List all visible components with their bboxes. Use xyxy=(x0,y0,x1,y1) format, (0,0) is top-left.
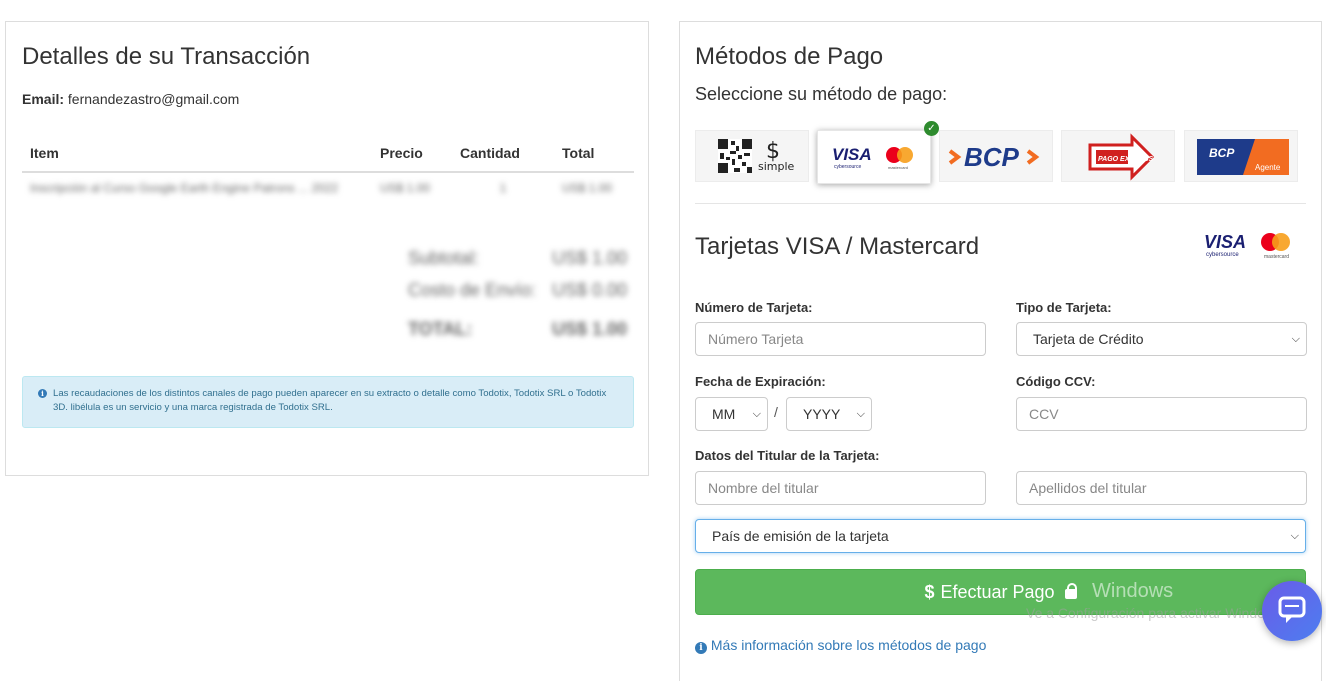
year-select[interactable]: YYYY ⌵ xyxy=(786,397,872,431)
pay-button-label: Efectuar Pago xyxy=(940,582,1055,602)
expiry-separator: / xyxy=(774,404,778,420)
svg-text:PAGO EXPRESS: PAGO EXPRESS xyxy=(1098,156,1153,163)
method-pago-express[interactable]: PAGO EXPRESS xyxy=(1061,130,1175,182)
svg-text:mastercard: mastercard xyxy=(1264,254,1289,260)
method-bcp[interactable]: BCP xyxy=(939,130,1053,182)
lock-icon xyxy=(1064,583,1077,599)
expiry-label: Fecha de Expiración: xyxy=(695,374,826,389)
country-value: País de emisión de la tarjeta xyxy=(712,528,889,544)
total-label: TOTAL: xyxy=(408,319,473,339)
row-total: US$ 1.00 xyxy=(562,181,613,195)
windows-activation-title: Windows xyxy=(1092,580,1174,602)
holder-label: Datos del Titular de la Tarjeta: xyxy=(695,448,880,463)
more-info-link[interactable]: i Más información sobre los métodos de p… xyxy=(695,637,986,654)
header-quantity: Cantidad xyxy=(452,134,554,173)
selected-check-icon: ✓ xyxy=(924,121,939,136)
header-total: Total xyxy=(554,134,634,173)
card-type-value: Tarjeta de Crédito xyxy=(1033,331,1144,347)
country-select[interactable]: País de emisión de la tarjeta ⌵ xyxy=(695,519,1306,553)
card-type-select[interactable]: Tarjeta de Crédito ⌵ xyxy=(1016,322,1307,356)
info-icon: i xyxy=(695,642,707,654)
table-header-row: Item Precio Cantidad Total xyxy=(22,134,634,173)
svg-text:simple: simple xyxy=(758,160,795,173)
visa-mastercard-icon: VISA cybersource mastercard xyxy=(832,145,913,170)
header-item: Item xyxy=(22,134,372,173)
svg-text:mastercard: mastercard xyxy=(888,165,908,170)
total-value: US$ 1.00 xyxy=(552,319,628,339)
svg-text:Agente: Agente xyxy=(1255,163,1281,172)
svg-text:cybersource: cybersource xyxy=(1206,252,1239,258)
card-number-label: Número de Tarjeta: xyxy=(695,300,813,315)
month-value: MM xyxy=(712,406,736,422)
email-line: Email: fernandezastro@gmail.com xyxy=(22,91,239,107)
svg-text:VISA: VISA xyxy=(1204,232,1246,252)
year-value: YYYY xyxy=(803,406,841,422)
method-bcp-agente[interactable]: BCP Agente xyxy=(1184,130,1298,182)
info-icon: i xyxy=(38,389,47,398)
row-price: US$ 1.00 xyxy=(380,181,431,195)
qr-simple-icon: $ simple xyxy=(718,139,795,173)
header-price: Precio xyxy=(372,134,452,173)
svg-text:cybersource: cybersource xyxy=(834,164,861,170)
payment-subtitle: Seleccione su método de pago: xyxy=(695,84,948,104)
month-select[interactable]: MM ⌵ xyxy=(695,397,768,431)
svg-text:BCP: BCP xyxy=(1209,146,1235,160)
bcp-agente-icon: BCP Agente xyxy=(1197,139,1289,175)
method-qr-simple[interactable]: $ simple xyxy=(695,130,809,182)
ccv-label: Código CCV: xyxy=(1016,374,1096,389)
chevron-down-icon: ⌵ xyxy=(1291,333,1300,345)
chevron-down-icon: ⌵ xyxy=(752,408,761,420)
chat-button[interactable] xyxy=(1262,581,1322,641)
dollar-icon: $ xyxy=(924,582,935,602)
card-type-label: Tipo de Tarjeta: xyxy=(1016,300,1112,315)
transaction-panel: Detalles de su Transacción Email: fernan… xyxy=(5,21,649,476)
method-visa-mastercard[interactable]: VISA cybersource mastercard ✓ xyxy=(817,121,939,184)
row-quantity: 1 xyxy=(499,181,507,195)
divider xyxy=(695,203,1306,204)
card-number-input[interactable]: Número Tarjeta xyxy=(695,322,986,356)
chat-icon xyxy=(1278,596,1306,623)
bcp-icon: BCP xyxy=(948,142,1040,172)
ccv-input[interactable]: CCV xyxy=(1016,397,1307,431)
info-alert: i Las recaudaciones de los distintos can… xyxy=(22,376,634,428)
payment-title: Métodos de Pago xyxy=(695,43,884,70)
transaction-title: Detalles de su Transacción xyxy=(22,43,311,70)
items-table: Item Precio Cantidad Total Inscripción a… xyxy=(22,134,634,203)
chevron-down-icon: ⌵ xyxy=(856,408,865,420)
svg-text:VISA: VISA xyxy=(832,145,872,164)
last-name-input[interactable]: Apellidos del titular xyxy=(1016,471,1307,505)
alert-text: Las recaudaciones de los distintos canal… xyxy=(53,388,607,413)
payment-panel: Métodos de Pago Seleccione su método de … xyxy=(679,21,1322,681)
pago-express-icon: PAGO EXPRESS xyxy=(1088,133,1155,181)
first-name-input[interactable]: Nombre del titular xyxy=(695,471,986,505)
more-info-text: Más información sobre los métodos de pag… xyxy=(710,637,987,653)
svg-text:BCP: BCP xyxy=(964,142,1020,172)
windows-activation-text: Ve a Configuración para activar Windows. xyxy=(1026,605,1286,621)
card-section-title: Tarjetas VISA / Mastercard xyxy=(695,233,980,260)
row-item: Inscripción al Curso Google Earth Engine… xyxy=(30,181,339,195)
visa-mastercard-logo: VISA cybersource mastercard xyxy=(1204,232,1290,260)
email-label: Email: xyxy=(22,91,65,107)
email-value: fernandezastro@gmail.com xyxy=(67,91,240,107)
shipping-value: US$ 0.00 xyxy=(552,280,628,300)
subtotal-label: Subtotal: xyxy=(408,248,480,268)
table-row: Inscripción al Curso Google Earth Engine… xyxy=(22,172,634,203)
shipping-label: Costo de Envío: xyxy=(408,280,537,300)
subtotal-value: US$ 1.00 xyxy=(552,248,628,268)
chevron-down-icon: ⌵ xyxy=(1290,530,1299,542)
